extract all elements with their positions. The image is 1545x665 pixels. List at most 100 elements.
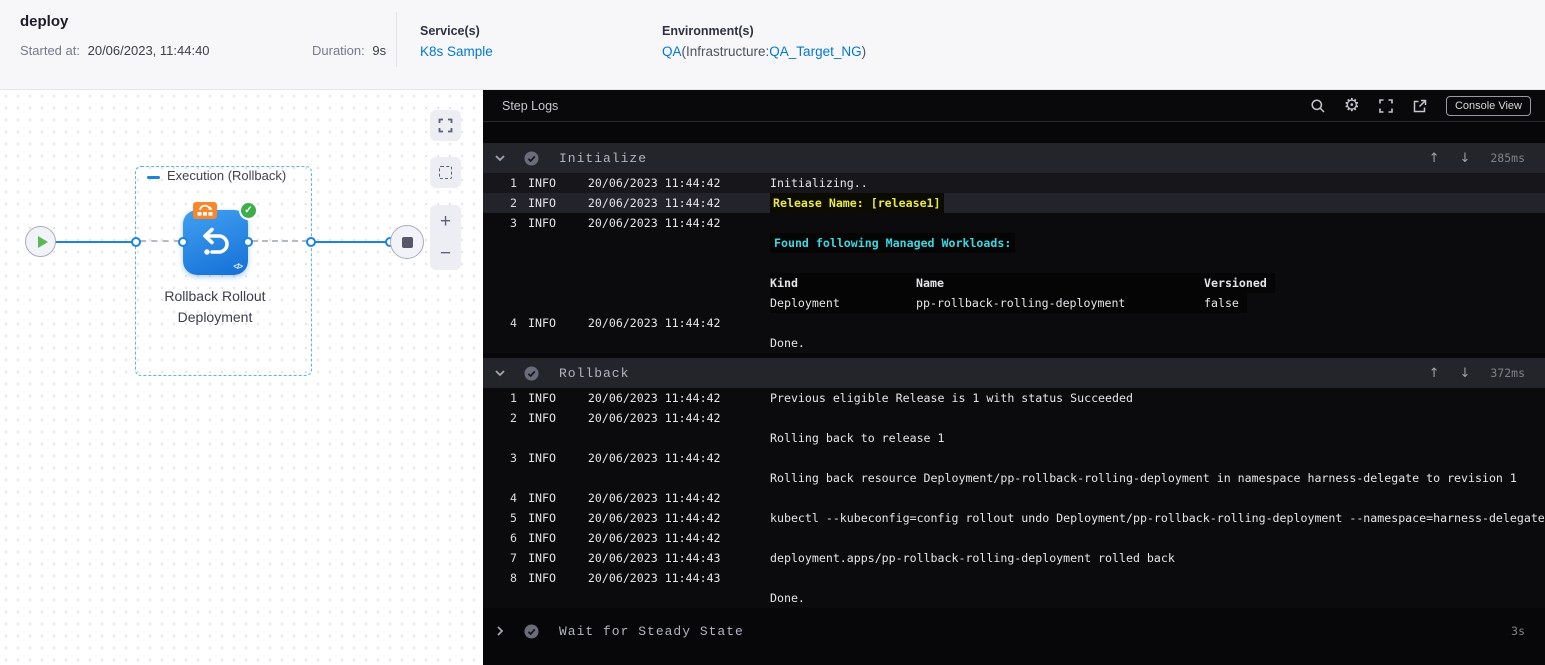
log-level: INFO <box>528 316 556 330</box>
log-line-number: 1 <box>510 176 517 190</box>
connector-dot <box>178 237 188 247</box>
marquee-select-icon <box>439 166 452 179</box>
log-message: Deployment pp-rollback-rolling-deployment… <box>770 293 1247 313</box>
log-line-number: 7 <box>510 551 517 565</box>
log-row: 3 INFO 20/06/2023 11:44:42 <box>483 213 1545 233</box>
log-section-rows: 1 INFO 20/06/2023 11:44:42 Initializing.. 2 I… <box>483 173 1545 353</box>
log-line-number: 6 <box>510 531 517 545</box>
table-cell: false <box>1204 293 1247 313</box>
log-sections-container: Initialize ↑ ↓ 285ms 1 INFO 20/06/2023 11:44:4… <box>483 122 1545 665</box>
zoom-in-button[interactable]: + <box>430 206 461 238</box>
log-message: Kind Name Versioned <box>770 273 1275 293</box>
log-line-number: 2 <box>510 411 517 425</box>
log-row: Found following Managed Workloads: <box>483 233 1545 253</box>
search-icon[interactable] <box>1310 98 1326 114</box>
duration: Duration: 9s <box>312 43 386 58</box>
log-level: INFO <box>528 176 556 190</box>
log-timestamp: 20/06/2023 11:44:42 <box>587 511 721 525</box>
canvas-marquee-select-button[interactable] <box>430 157 461 188</box>
connector-dot <box>243 237 253 247</box>
log-line-number: 5 <box>510 511 517 525</box>
log-panel-title: Step Logs <box>502 98 559 113</box>
log-row: 6 INFO 20/06/2023 11:44:42 <box>483 528 1545 548</box>
started-at-label: Started at: <box>20 43 80 58</box>
log-timestamp: 20/06/2023 11:44:42 <box>587 216 721 230</box>
services-label: Service(s) <box>420 24 480 38</box>
scroll-to-top-icon[interactable]: ↑ <box>1429 151 1440 166</box>
log-row: 4 INFO 20/06/2023 11:44:42 <box>483 488 1545 508</box>
log-row: 2 INFO 20/06/2023 11:44:42 <box>483 408 1545 428</box>
log-section-header[interactable]: Initialize ↑ ↓ 285ms <box>483 143 1545 173</box>
pipeline-title: deploy <box>20 13 69 30</box>
table-cell: pp-rollback-rolling-deployment <box>916 293 1204 313</box>
log-level: INFO <box>528 551 556 565</box>
step-logs-panel: Step Logs ⚙ Console View Initialize ↑ ↓ 2 8 5… <box>483 90 1545 665</box>
chevron-down-icon[interactable] <box>494 152 508 164</box>
log-row: 2 INFO 20/06/2023 11:44:42 Release Name: [r… <box>483 193 1545 213</box>
log-timestamp: 20/06/2023 11:44:42 <box>587 491 721 505</box>
log-row: 4 INFO 20/06/2023 11:44:42 <box>483 313 1545 333</box>
log-row: Done. <box>483 588 1545 608</box>
chevron-right-icon[interactable] <box>494 625 508 637</box>
log-message: Rolling back resource Deployment/pp-roll… <box>770 471 1517 485</box>
log-row: 1 INFO 20/06/2023 11:44:42 Initializing.. <box>483 173 1545 193</box>
zoom-out-button[interactable]: − <box>430 238 461 270</box>
log-level: INFO <box>528 451 556 465</box>
log-timestamp: 20/06/2023 11:44:42 <box>587 411 721 425</box>
log-section-meta: ↑ ↓ 285ms <box>1429 151 1525 166</box>
log-section-rollback: Rollback ↑ ↓ 372ms 1 INFO 20/06/2023 11:44:42 P… <box>483 358 1545 608</box>
log-level: INFO <box>528 391 556 405</box>
infrastructure-link[interactable]: QA_Target_NG <box>769 44 861 59</box>
log-row: 7 INFO 20/06/2023 11:44:43 deployment.apps/… <box>483 548 1545 568</box>
service-link[interactable]: K8s Sample <box>420 44 493 59</box>
log-line-number: 2 <box>510 196 517 210</box>
log-message: Done. <box>770 591 805 605</box>
pipeline-canvas[interactable]: Execution (Rollback) </> ✓ Rollback Roll… <box>0 90 483 665</box>
log-message: kubectl --kubeconfig=config rollout undo… <box>770 511 1545 525</box>
edge-group-to-end <box>315 241 387 243</box>
log-section-title: Rollback <box>559 365 630 381</box>
log-message: Release Name: [release1] <box>770 193 944 213</box>
log-section-title: Initialize <box>559 150 648 166</box>
log-line-number: 8 <box>510 571 517 585</box>
success-check-icon <box>524 366 539 381</box>
section-duration: 3s <box>1511 624 1525 638</box>
scroll-to-bottom-icon[interactable]: ↓ <box>1459 151 1470 166</box>
connector-dot <box>306 237 316 247</box>
log-timestamp: 20/06/2023 11:44:42 <box>587 391 721 405</box>
open-in-new-icon[interactable] <box>1412 98 1428 114</box>
group-collapse-icon[interactable] <box>147 176 160 179</box>
log-section-header[interactable]: Rollback ↑ ↓ 372ms <box>483 358 1545 388</box>
environment-link[interactable]: QA <box>662 44 682 59</box>
section-duration: 372ms <box>1490 366 1525 380</box>
log-row: Deployment pp-rollback-rolling-deployment… <box>483 293 1545 313</box>
started-at-value: 20/06/2023, 11:44:40 <box>87 43 210 58</box>
log-fullscreen-icon[interactable] <box>1378 98 1394 114</box>
canvas-fullscreen-button[interactable] <box>430 110 461 141</box>
infrastructure-prefix: (Infrastructure: <box>681 44 770 59</box>
log-panel-header: Step Logs ⚙ Console View <box>483 90 1545 122</box>
log-row: Done. <box>483 333 1545 353</box>
log-timestamp: 20/06/2023 11:44:43 <box>587 571 721 585</box>
settings-gear-icon[interactable]: ⚙ <box>1344 96 1360 114</box>
step-node-label-line1: Rollback Rollout <box>164 288 266 304</box>
log-section-title: Wait for Steady State <box>559 623 744 639</box>
log-level: INFO <box>528 491 556 505</box>
scroll-to-bottom-icon[interactable]: ↓ <box>1459 366 1470 381</box>
log-row: 8 INFO 20/06/2023 11:44:43 <box>483 568 1545 588</box>
connector-dot <box>131 237 141 247</box>
play-icon <box>38 236 48 248</box>
scroll-to-top-icon[interactable]: ↑ <box>1429 366 1440 381</box>
log-row: Kind Name Versioned <box>483 273 1545 293</box>
start-node <box>25 226 56 257</box>
log-section-header[interactable]: Wait for Steady State 3s <box>483 616 1545 646</box>
chevron-down-icon[interactable] <box>494 367 508 379</box>
log-section-wait-for-steady-state: Wait for Steady State 3s <box>483 616 1545 646</box>
log-row: 1 INFO 20/06/2023 11:44:42 Previous eligibl… <box>483 388 1545 408</box>
started-at: Started at: 20/06/2023, 11:44:40 <box>20 43 210 58</box>
console-view-button[interactable]: Console View <box>1445 95 1531 116</box>
step-node-rollback-rollout-deployment[interactable]: </> <box>183 210 248 275</box>
log-level: INFO <box>528 531 556 545</box>
log-message: Found following Managed Workloads: <box>770 233 1016 253</box>
log-message: deployment.apps/pp-rollback-rolling-depl… <box>770 551 1175 565</box>
